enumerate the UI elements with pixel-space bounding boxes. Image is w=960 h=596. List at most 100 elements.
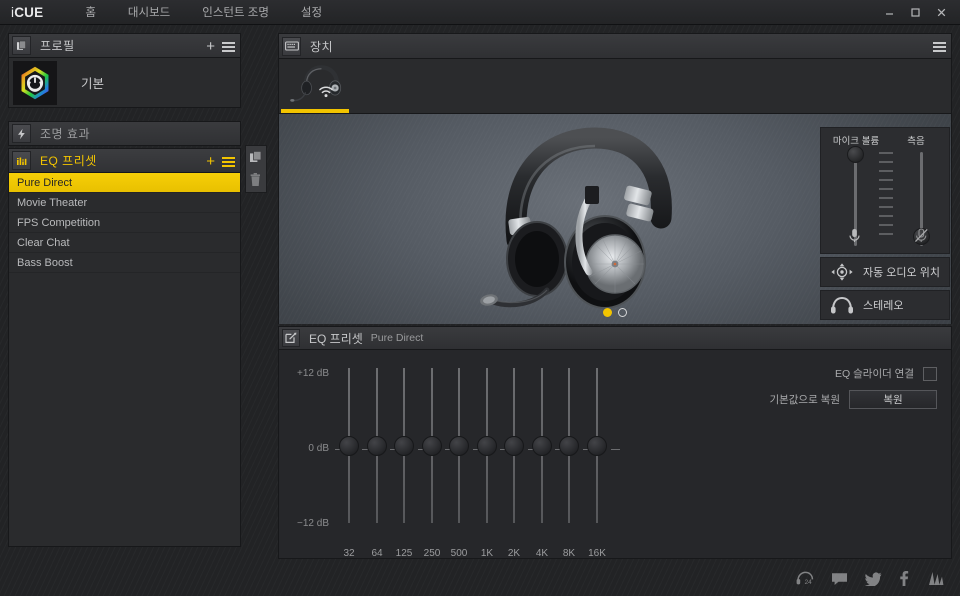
lightning-bolt-icon <box>12 124 31 143</box>
nav-home[interactable]: 홈 <box>69 0 112 24</box>
twitter-icon[interactable] <box>865 571 882 591</box>
eq-preset-item-pure-direct[interactable]: Pure Direct <box>9 173 240 193</box>
eq-band-label-16k: 16K <box>588 548 606 559</box>
minimize-button[interactable] <box>876 0 902 25</box>
eq-band-thumb-64[interactable] <box>367 436 387 456</box>
maximize-icon <box>910 8 920 17</box>
eq-band-64: 64 <box>365 368 389 559</box>
stereo-mode-label: 스테레오 <box>863 300 904 312</box>
eq-band-125: 125 <box>392 368 416 559</box>
eq-band-thumb-250[interactable] <box>422 436 442 456</box>
eq-menu-icon[interactable] <box>222 156 235 167</box>
audio-control-stack: 마이크 볼륨 측음 자동 오디오 위치 스테레오 <box>820 127 950 320</box>
eq-preset-title: EQ 프리셋 <box>40 154 97 168</box>
eq-band-2k: 2K <box>502 368 526 559</box>
main-navigation: 홈 대시보드 인스턴트 조명 설정 <box>69 0 338 24</box>
support-24-icon[interactable]: 24 <box>796 571 814 591</box>
profile-item[interactable] <box>13 60 57 105</box>
eq-preset-item-bass-boost[interactable]: Bass Boost <box>9 253 240 273</box>
eq-editor-title: EQ 프리셋 <box>309 331 363 346</box>
eq-editor-subtitle: Pure Direct <box>370 332 424 344</box>
restore-defaults-row: 기본값으로 복원 복원 <box>597 390 937 409</box>
restore-defaults-label: 기본값으로 복원 <box>769 394 840 406</box>
device-tab-headset[interactable] <box>279 59 351 113</box>
app-logo-cue: CUE <box>14 4 44 20</box>
eq-preset-list: Pure Direct Movie Theater FPS Competitio… <box>8 173 241 547</box>
icue-app-window: iCUE 홈 대시보드 인스턴트 조명 설정 프로필 + 기본 조명 효과 EQ… <box>0 0 960 596</box>
restore-defaults-button[interactable]: 복원 <box>849 390 937 409</box>
nav-instant-lighting[interactable]: 인스턴트 조명 <box>186 0 285 24</box>
link-sliders-label: EQ 슬라이더 연결 <box>835 368 914 380</box>
profile-panel-header: 프로필 + <box>8 33 241 58</box>
icue-hex-logo-icon <box>21 66 49 99</box>
device-menu-icon[interactable] <box>933 41 946 52</box>
eq-band-thumb-8k[interactable] <box>559 436 579 456</box>
corsair-sails-icon[interactable] <box>926 571 946 591</box>
copy-preset-button[interactable] <box>249 150 263 166</box>
close-button[interactable] <box>928 0 954 25</box>
eq-band-8k: 8K <box>557 368 581 559</box>
link-sliders-row: EQ 슬라이더 연결 <box>597 366 937 381</box>
nav-settings[interactable]: 설정 <box>285 0 338 24</box>
profile-list: 기본 <box>8 58 241 108</box>
profile-stack-icon <box>12 36 31 55</box>
lighting-effects-title: 조명 효과 <box>40 127 90 141</box>
profile-menu-icon[interactable] <box>222 41 235 52</box>
carousel-dot-2[interactable] <box>618 308 627 317</box>
link-sliders-checkbox[interactable] <box>923 366 937 381</box>
eq-band-thumb-16k[interactable] <box>587 436 607 456</box>
carousel-dot-1[interactable] <box>603 308 612 317</box>
auto-audio-position-label: 자동 오디오 위치 <box>863 267 940 279</box>
close-icon <box>937 8 945 17</box>
minimize-icon <box>885 13 893 15</box>
eq-preset-item-fps-competition[interactable]: FPS Competition <box>9 213 240 233</box>
window-controls <box>876 0 954 25</box>
eq-editor-panel: +12 dB 0 dB −12 dB 32 64 125 250 500 1K … <box>278 350 952 559</box>
volume-panel: 마이크 볼륨 측음 <box>820 127 950 254</box>
profile-name: 기본 <box>81 77 105 91</box>
device-tab-active-indicator <box>281 109 349 113</box>
eq-band-1k: 1K <box>475 368 499 559</box>
mic-volume-label: 마이크 볼륨 <box>832 136 880 147</box>
eq-axis-label-min: −12 dB <box>297 518 329 529</box>
keyboard-icon <box>282 36 301 56</box>
eq-options: EQ 슬라이더 연결 기본값으로 복원 복원 <box>597 366 937 418</box>
microphone-icon <box>848 228 861 248</box>
eq-editor-header: EQ 프리셋 Pure Direct <box>278 326 952 350</box>
device-panel-header: 장치 <box>278 33 952 59</box>
eq-preset-item-clear-chat[interactable]: Clear Chat <box>9 233 240 253</box>
profile-panel-actions: + <box>206 34 235 59</box>
preset-tool-rail <box>245 145 267 193</box>
audio-position-icon <box>821 263 863 281</box>
forum-chat-icon[interactable] <box>831 572 848 591</box>
maximize-button[interactable] <box>902 0 928 25</box>
eq-band-thumb-500[interactable] <box>449 436 469 456</box>
eq-band-32: 32 <box>337 368 361 559</box>
facebook-icon[interactable] <box>899 571 909 591</box>
microphone-muted-icon <box>914 228 929 248</box>
nav-dashboard[interactable]: 대시보드 <box>112 0 186 24</box>
headphones-icon <box>821 296 863 314</box>
stereo-mode-button[interactable]: 스테레오 <box>820 290 950 320</box>
edit-square-icon[interactable] <box>282 329 300 347</box>
eq-band-thumb-4k[interactable] <box>532 436 552 456</box>
device-panel-title: 장치 <box>310 39 334 54</box>
add-profile-button[interactable]: + <box>206 39 215 54</box>
eq-preset-item-movie-theater[interactable]: Movie Theater <box>9 193 240 213</box>
profile-panel-title: 프로필 <box>40 39 75 53</box>
eq-band-thumb-1k[interactable] <box>477 436 497 456</box>
add-eq-preset-button[interactable]: + <box>206 154 215 169</box>
eq-band-500: 500 <box>447 368 471 559</box>
lighting-effects-panel-header[interactable]: 조명 효과 <box>8 121 241 146</box>
eq-band-thumb-2k[interactable] <box>504 436 524 456</box>
eq-band-thumb-32[interactable] <box>339 436 359 456</box>
auto-audio-position-button[interactable]: 자동 오디오 위치 <box>820 257 950 287</box>
equalizer-icon <box>12 151 31 170</box>
delete-preset-button[interactable] <box>249 173 263 189</box>
eq-band-thumb-125[interactable] <box>394 436 414 456</box>
trash-icon <box>250 173 260 186</box>
sidetone-label: 측음 <box>907 136 925 147</box>
mic-volume-knob[interactable] <box>847 146 864 163</box>
headset-icon <box>290 65 342 102</box>
wifi-icon <box>319 86 333 98</box>
